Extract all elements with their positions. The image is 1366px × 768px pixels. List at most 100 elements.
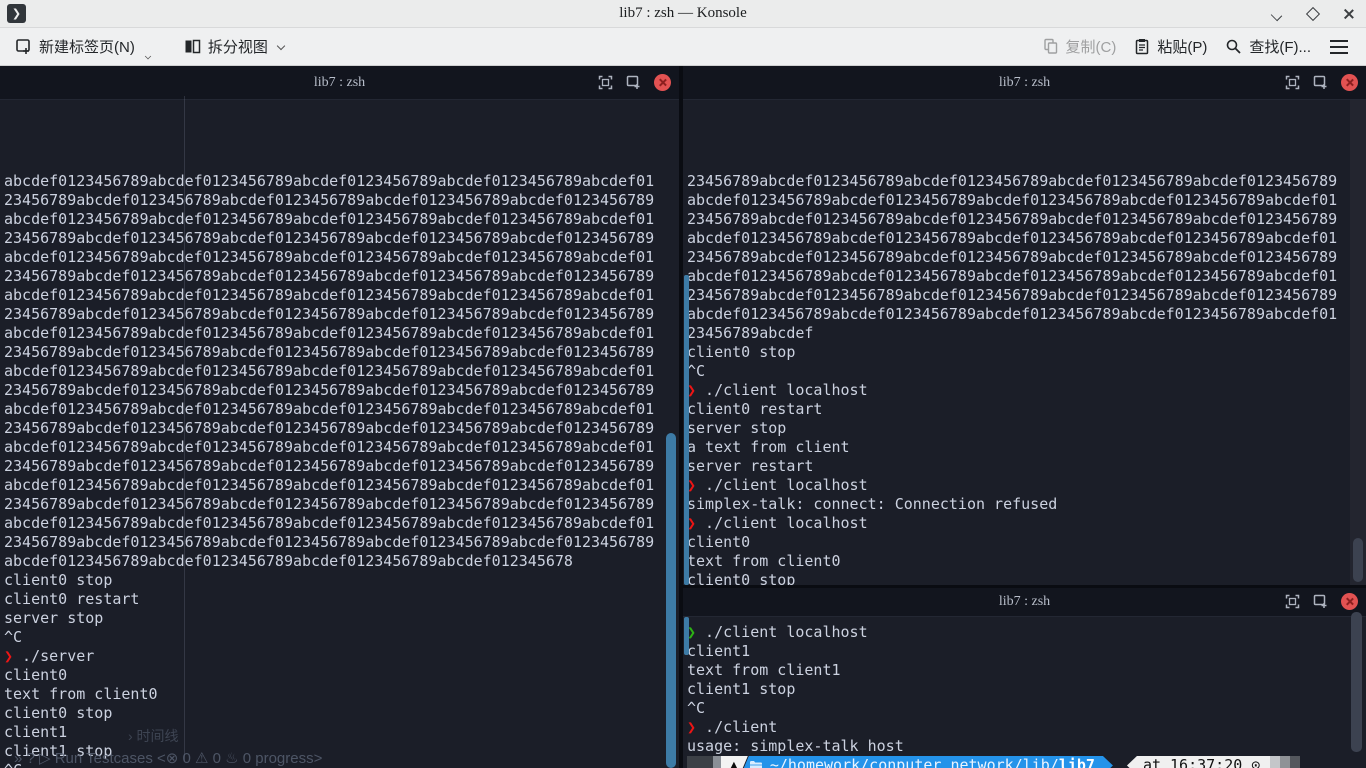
terminal-line: client1 stop [4, 742, 679, 761]
detach-tab-icon[interactable] [1313, 594, 1328, 609]
copy-label: 复制(C) [1066, 36, 1117, 57]
terminal-line: client0 [687, 533, 1366, 552]
split-view-icon [184, 38, 201, 55]
terminal-line: abcdef0123456789abcdef0123456789abcdef01… [4, 286, 679, 305]
terminal-line: server restart [687, 457, 1366, 476]
terminal-line: ❯ ./client localhost [687, 514, 1366, 533]
terminal-line: server stop [687, 419, 1366, 438]
terminal-pane-left[interactable]: lib7 : zsh abcdef0123456789abcdef0123456… [0, 66, 679, 768]
find-label: 查找(F)... [1249, 36, 1311, 57]
terminal-line: usage: simplex-talk host [687, 737, 1366, 756]
scrollbar-thumb[interactable] [1351, 612, 1362, 752]
pane-title: lib7 : zsh [0, 75, 679, 91]
terminal-line: 23456789abcdef0123456789abcdef0123456789… [4, 305, 679, 324]
prompt-left-block [713, 756, 721, 768]
prompt-path-segment: ~/homework/conputer_network/lib/lib7 [741, 756, 1113, 768]
terminal-line: abcdef0123456789abcdef0123456789abcdef01… [4, 248, 679, 267]
minimize-icon[interactable] [1270, 7, 1284, 21]
close-pane-icon[interactable] [1341, 593, 1358, 610]
terminal-line: 23456789abcdef0123456789abcdef0123456789… [687, 172, 1366, 191]
terminal-line: abcdef0123456789abcdef0123456789abcdef01… [687, 305, 1366, 324]
terminal-line: text from client0 [4, 685, 679, 704]
bleed-divider-line [184, 96, 185, 761]
pane-header: lib7 : zsh [683, 66, 1366, 100]
split-view-button[interactable]: 拆分视图 [175, 30, 294, 63]
close-pane-icon[interactable] [654, 74, 671, 91]
terminal-line: 23456789abcdef0123456789abcdef0123456789… [4, 533, 679, 552]
prompt-right-block [1280, 756, 1290, 768]
terminal-line: client0 restart [687, 400, 1366, 419]
expand-view-icon[interactable] [1285, 75, 1300, 90]
terminal-line: 23456789abcdef0123456789abcdef0123456789… [4, 495, 679, 514]
detach-tab-icon[interactable] [1313, 75, 1328, 90]
prompt-time-segment: at 16:37:20 ⊙ [1127, 756, 1270, 768]
terminal-line: client0 stop [4, 571, 679, 590]
terminal-line: abcdef0123456789abcdef0123456789abcdef01… [687, 229, 1366, 248]
focus-scrollbar-strip[interactable] [684, 617, 689, 655]
scrollbar-thumb[interactable] [666, 433, 676, 768]
terminal-line: ❯ ./client [687, 718, 1366, 737]
terminal-line: ❯ ./client localhost [687, 381, 1366, 400]
terminal-pane-right-bottom[interactable]: lib7 : zsh ❯ ./client localhostclient1te… [683, 588, 1366, 768]
terminal-line: abcdef0123456789abcdef0123456789abcdef01… [4, 438, 679, 457]
terminal-line: ^C [4, 761, 679, 768]
terminal-pane-right-top[interactable]: lib7 : zsh 23456789abcdef0123456789abcde… [683, 66, 1366, 585]
terminal-line: 23456789abcdef0123456789abcdef0123456789… [4, 457, 679, 476]
terminal-line: 23456789abcdef0123456789abcdef0123456789… [4, 343, 679, 362]
maximize-icon[interactable] [1306, 7, 1320, 21]
terminal-line: text from client0 [687, 552, 1366, 571]
paste-button[interactable]: 粘贴(P) [1125, 30, 1216, 63]
terminal-line: 23456789abcdef0123456789abcdef0123456789… [687, 248, 1366, 267]
terminal-line: client0 restart [4, 590, 679, 609]
copy-button[interactable]: 复制(C) [1034, 30, 1126, 63]
chevron-down-icon [277, 43, 285, 51]
scrollbar-thumb[interactable] [1353, 538, 1363, 582]
prompt-arrow: ❯ [687, 718, 696, 737]
terminal-line: abcdef0123456789abcdef0123456789abcdef01… [687, 191, 1366, 210]
terminal-line: 23456789abcdef0123456789abcdef0123456789… [687, 286, 1366, 305]
terminal-line: abcdef0123456789abcdef0123456789abcdef01… [4, 362, 679, 381]
split-view-label: 拆分视图 [208, 36, 268, 57]
terminal-line: abcdef0123456789abcdef0123456789abcdef01… [4, 210, 679, 229]
terminal-line: 23456789abcdef0123456789abcdef0123456789… [4, 229, 679, 248]
terminal-line: 23456789abcdef0123456789abcdef0123456789… [4, 381, 679, 400]
terminal-line: ^C [687, 699, 1366, 718]
scrollbar-track[interactable] [1350, 100, 1366, 585]
window-titlebar[interactable]: ❯ lib7 : zsh — Konsole [0, 0, 1366, 28]
terminal-line: abcdef0123456789abcdef0123456789abcdef01… [4, 172, 679, 191]
expand-view-icon[interactable] [598, 75, 613, 90]
find-button[interactable]: 查找(F)... [1216, 30, 1320, 63]
terminal-line: client0 [4, 666, 679, 685]
terminal-line: 23456789abcdef0123456789abcdef0123456789… [4, 267, 679, 286]
expand-view-icon[interactable] [1285, 594, 1300, 609]
detach-tab-icon[interactable] [626, 75, 641, 90]
hamburger-menu-icon[interactable] [1330, 40, 1348, 54]
chevron-down-icon [145, 54, 151, 60]
terminal-line: server stop [4, 609, 679, 628]
search-icon [1225, 38, 1242, 55]
terminal-line: abcdef0123456789abcdef0123456789abcdef01… [4, 514, 679, 533]
paste-label: 粘贴(P) [1157, 36, 1207, 57]
terminal-line: ❯ ./client localhost [687, 476, 1366, 495]
terminal-line: client1 [4, 723, 679, 742]
terminal-line: a text from client [687, 438, 1366, 457]
terminal-line: ❯ ./client localhost [687, 623, 1366, 642]
terminal-line: abcdef0123456789abcdef0123456789abcdef01… [4, 324, 679, 343]
terminal-line: 23456789abcdef0123456789abcdef0123456789… [4, 419, 679, 438]
prompt-right-block [1270, 756, 1280, 768]
close-pane-icon[interactable] [1341, 74, 1358, 91]
new-tab-button[interactable]: 新建标签页(N) [6, 30, 161, 63]
pane-title: lib7 : zsh [683, 594, 1366, 610]
prompt-arrow: ❯ [4, 647, 13, 666]
terminal-line: abcdef0123456789abcdef0123456789abcdef01… [4, 400, 679, 419]
focus-scrollbar-strip[interactable] [684, 275, 689, 585]
pane-title: lib7 : zsh [683, 75, 1366, 91]
prompt-left-block [687, 756, 713, 768]
toolbar: 新建标签页(N) 拆分视图 复制(C) 粘贴(P) 查找(F)... [0, 28, 1366, 66]
powerline-prompt: ▲~/homework/conputer_network/lib/lib7at … [687, 756, 1366, 768]
terminal-line: abcdef0123456789abcdef0123456789abcdef01… [687, 267, 1366, 286]
terminal-line: simplex-talk: connect: Connection refuse… [687, 495, 1366, 514]
new-tab-icon [15, 38, 32, 55]
terminal-line: client1 [687, 642, 1366, 661]
close-icon[interactable] [1342, 7, 1356, 21]
